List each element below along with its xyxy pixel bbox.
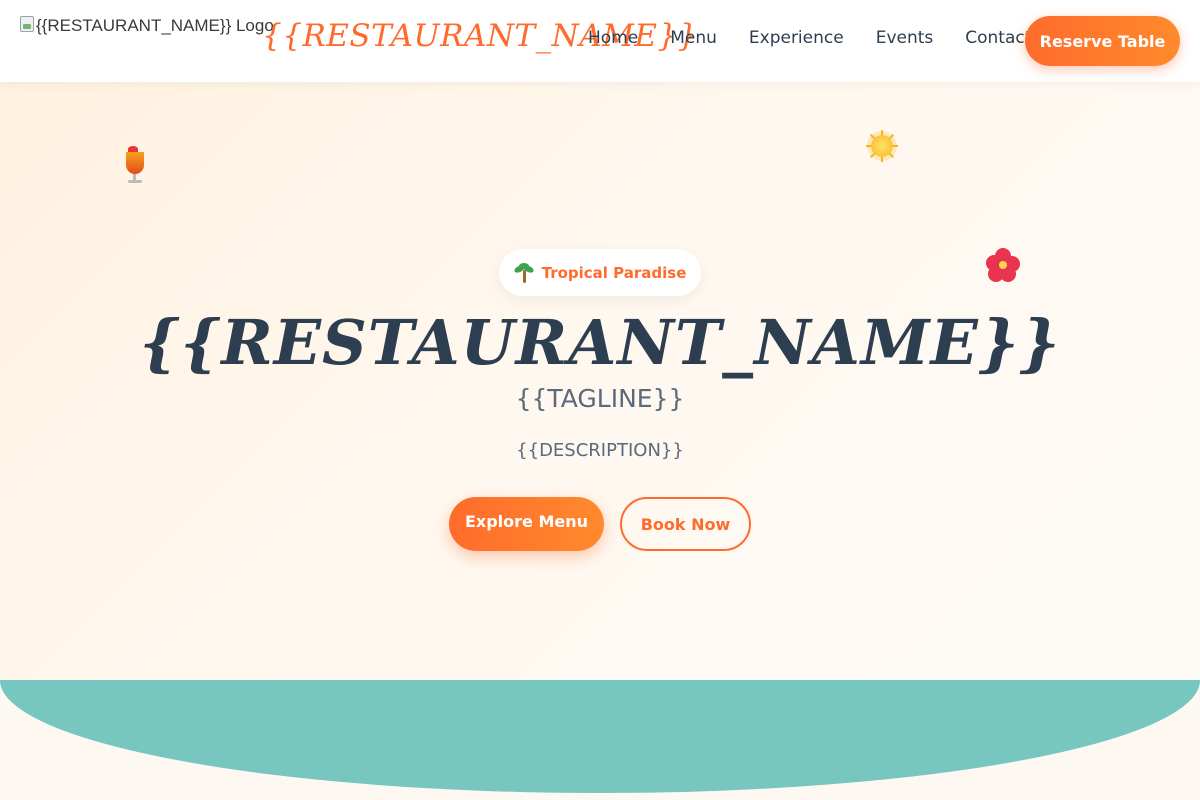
hero-title: {{RESTAURANT_NAME}} <box>139 306 1061 379</box>
palm-tree-icon <box>512 262 535 283</box>
nav-links: Home Menu Experience Events Contact <box>588 28 1031 48</box>
hero-tagline: {{TAGLINE}} <box>515 384 685 413</box>
broken-image-icon <box>20 16 34 32</box>
nav-link-contact[interactable]: Contact <box>965 28 1031 48</box>
palm-trunk-shape <box>522 269 526 283</box>
wave-divider <box>0 680 1200 800</box>
tropical-paradise-badge: Tropical Paradise <box>499 249 701 296</box>
hibiscus-icon <box>986 248 1020 282</box>
nav-link-experience[interactable]: Experience <box>749 28 844 48</box>
flower-center <box>999 261 1007 269</box>
tropical-drink-icon <box>122 146 144 183</box>
wave-shape <box>0 680 1200 793</box>
reserve-table-button[interactable]: Reserve Table <box>1025 16 1180 66</box>
sun-icon <box>866 130 898 162</box>
book-now-button[interactable]: Book Now <box>620 497 751 551</box>
drink-base-shape <box>128 180 142 183</box>
palm-leaf-shape <box>518 262 529 269</box>
flower-shape <box>986 248 1020 282</box>
nav-link-home[interactable]: Home <box>588 28 638 48</box>
logo-alt-text: {{RESTAURANT_NAME}} Logo <box>36 16 274 35</box>
nav-link-events[interactable]: Events <box>876 28 934 48</box>
badge-label: Tropical Paradise <box>541 263 687 282</box>
hero-description: {{DESCRIPTION}} <box>516 440 684 461</box>
navbar: {{RESTAURANT_NAME}} Logo {{RESTAURANT_NA… <box>0 0 1200 82</box>
drink-garnish-shape <box>128 146 138 152</box>
sun-core <box>871 135 893 157</box>
sun-wrap <box>866 130 898 162</box>
logo-image[interactable]: {{RESTAURANT_NAME}} Logo <box>20 16 274 36</box>
drink-glass-shape <box>126 146 144 174</box>
explore-menu-button[interactable]: Explore Menu <box>449 497 604 551</box>
hero-section <box>0 82 1200 680</box>
nav-link-menu[interactable]: Menu <box>670 28 717 48</box>
